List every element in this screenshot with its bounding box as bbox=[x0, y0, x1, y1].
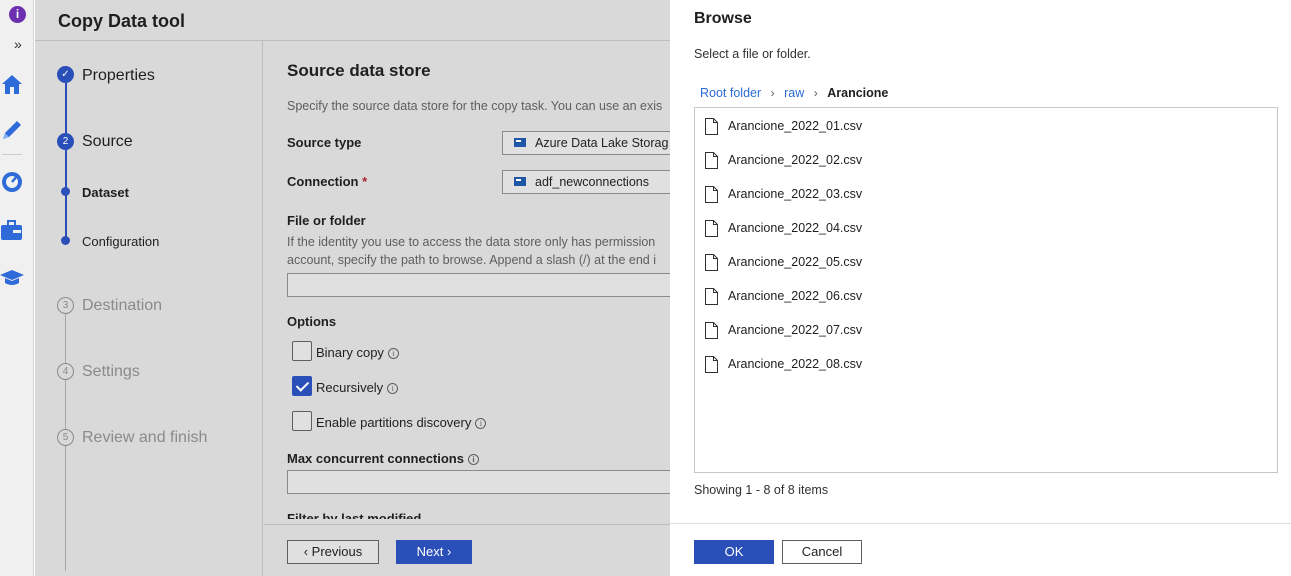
breadcrumb-root-folder[interactable]: Root folder bbox=[700, 86, 761, 100]
file-folder-note-line2: account, specify the path to browse. App… bbox=[287, 253, 656, 267]
info-icon[interactable]: i bbox=[9, 6, 26, 23]
connection-icon bbox=[514, 177, 526, 186]
recursively-label: Recursively i bbox=[316, 380, 399, 395]
partitions-discovery-label: Enable partitions discovery i bbox=[316, 415, 487, 430]
connection-label: Connection * bbox=[287, 174, 367, 189]
form-description: Specify the source data store for the co… bbox=[287, 99, 663, 113]
file-icon bbox=[705, 356, 718, 373]
partitions-discovery-text: Enable partitions discovery bbox=[316, 415, 472, 430]
list-item[interactable]: Arancione_2022_02.csv bbox=[695, 142, 1277, 176]
file-icon bbox=[705, 220, 718, 237]
browse-subtitle: Select a file or folder. bbox=[694, 47, 811, 61]
chevron-right-icon: › bbox=[813, 86, 818, 100]
browse-title: Browse bbox=[694, 10, 752, 27]
expand-icon[interactable]: » bbox=[14, 36, 22, 52]
step-source-icon: 2 bbox=[57, 133, 74, 150]
info-icon[interactable]: i bbox=[387, 383, 399, 394]
file-folder-note-line1: If the identity you use to access the da… bbox=[287, 235, 656, 249]
learn-icon[interactable] bbox=[0, 266, 24, 290]
file-name: Arancione_2022_02.csv bbox=[728, 153, 863, 167]
list-item[interactable]: Arancione_2022_04.csv bbox=[695, 210, 1277, 244]
author-icon[interactable] bbox=[0, 118, 24, 142]
file-folder-note: If the identity you use to access the da… bbox=[287, 233, 656, 269]
breadcrumb-current: Arancione bbox=[827, 86, 889, 100]
recursively-checkbox[interactable] bbox=[292, 376, 312, 396]
file-folder-label: File or folder bbox=[287, 213, 366, 228]
step-dataset-dot bbox=[61, 187, 70, 196]
previous-button[interactable]: ‹ Previous bbox=[287, 540, 379, 564]
step-review-icon: 5 bbox=[57, 429, 74, 446]
wizard-steps: ✓ Properties 2 Source Dataset Configurat… bbox=[35, 41, 263, 576]
step-properties[interactable]: Properties bbox=[82, 67, 155, 85]
file-name: Arancione_2022_03.csv bbox=[728, 187, 863, 201]
file-name: Arancione_2022_06.csv bbox=[728, 289, 863, 303]
breadcrumb: Root folder › raw › Arancione bbox=[700, 86, 888, 100]
panel-footer-divider bbox=[670, 523, 1291, 524]
options-label: Options bbox=[287, 314, 337, 329]
form-heading: Source data store bbox=[287, 61, 431, 80]
storage-icon bbox=[514, 138, 526, 147]
ok-button[interactable]: OK bbox=[694, 540, 774, 564]
info-icon[interactable]: i bbox=[387, 348, 399, 359]
home-icon[interactable] bbox=[0, 72, 24, 96]
info-icon[interactable]: i bbox=[475, 418, 487, 429]
file-icon bbox=[705, 118, 718, 135]
breadcrumb-raw[interactable]: raw bbox=[784, 86, 804, 100]
binary-copy-text: Binary copy bbox=[316, 345, 384, 360]
step-source[interactable]: Source bbox=[82, 133, 133, 151]
step-review[interactable]: Review and finish bbox=[82, 429, 207, 447]
file-icon bbox=[705, 186, 718, 203]
step-properties-icon: ✓ bbox=[57, 66, 74, 83]
list-item[interactable]: Arancione_2022_08.csv bbox=[695, 346, 1277, 380]
wizard-title: Copy Data tool bbox=[58, 11, 186, 31]
partitions-discovery-checkbox[interactable] bbox=[292, 411, 312, 431]
filter-last-modified-label: Filter by last modified bbox=[287, 511, 422, 519]
list-item[interactable]: Arancione_2022_05.csv bbox=[695, 244, 1277, 278]
list-item[interactable]: Arancione_2022_06.csv bbox=[695, 278, 1277, 312]
max-concurrent-connections-label: Max concurrent connections i bbox=[287, 451, 479, 466]
connection-label-text: Connection bbox=[287, 174, 359, 189]
step-destination[interactable]: Destination bbox=[82, 297, 162, 315]
binary-copy-checkbox[interactable] bbox=[292, 341, 312, 361]
file-icon bbox=[705, 152, 718, 169]
monitor-icon[interactable] bbox=[0, 170, 24, 194]
file-name: Arancione_2022_04.csv bbox=[728, 221, 863, 235]
step-configuration-dot bbox=[61, 236, 70, 245]
item-count: Showing 1 - 8 of 8 items bbox=[694, 483, 829, 497]
left-rail: i » bbox=[0, 0, 34, 576]
file-name: Arancione_2022_07.csv bbox=[728, 323, 863, 337]
list-item[interactable]: Arancione_2022_07.csv bbox=[695, 312, 1277, 346]
source-type-value: Azure Data Lake Storag bbox=[535, 136, 669, 150]
source-type-label: Source type bbox=[287, 135, 362, 150]
max-concurrent-connections-text: Max concurrent connections bbox=[287, 451, 464, 466]
next-button[interactable]: Next › bbox=[396, 540, 472, 564]
required-marker: * bbox=[362, 174, 368, 189]
step-settings-icon: 4 bbox=[57, 363, 74, 380]
info-icon[interactable]: i bbox=[467, 454, 479, 465]
file-icon bbox=[705, 288, 718, 305]
list-item[interactable]: Arancione_2022_03.csv bbox=[695, 176, 1277, 210]
binary-copy-label: Binary copy i bbox=[316, 345, 399, 360]
file-name: Arancione_2022_05.csv bbox=[728, 255, 863, 269]
manage-icon[interactable] bbox=[0, 218, 24, 242]
step-settings[interactable]: Settings bbox=[82, 363, 140, 381]
file-name: Arancione_2022_01.csv bbox=[728, 119, 863, 133]
file-icon bbox=[705, 322, 718, 339]
step-configuration[interactable]: Configuration bbox=[82, 234, 159, 249]
file-name: Arancione_2022_08.csv bbox=[728, 357, 863, 371]
file-icon bbox=[705, 254, 718, 271]
chevron-right-icon: › bbox=[770, 86, 775, 100]
browse-panel: Browse Select a file or folder. Root fol… bbox=[670, 0, 1291, 576]
step-dataset[interactable]: Dataset bbox=[82, 185, 129, 200]
file-list: Arancione_2022_01.csv Arancione_2022_02.… bbox=[694, 107, 1278, 473]
list-item[interactable]: Arancione_2022_01.csv bbox=[695, 108, 1277, 142]
connection-value: adf_newconnections bbox=[535, 175, 649, 189]
recursively-text: Recursively bbox=[316, 380, 384, 395]
cancel-button[interactable]: Cancel bbox=[782, 540, 862, 564]
step-destination-icon: 3 bbox=[57, 297, 74, 314]
